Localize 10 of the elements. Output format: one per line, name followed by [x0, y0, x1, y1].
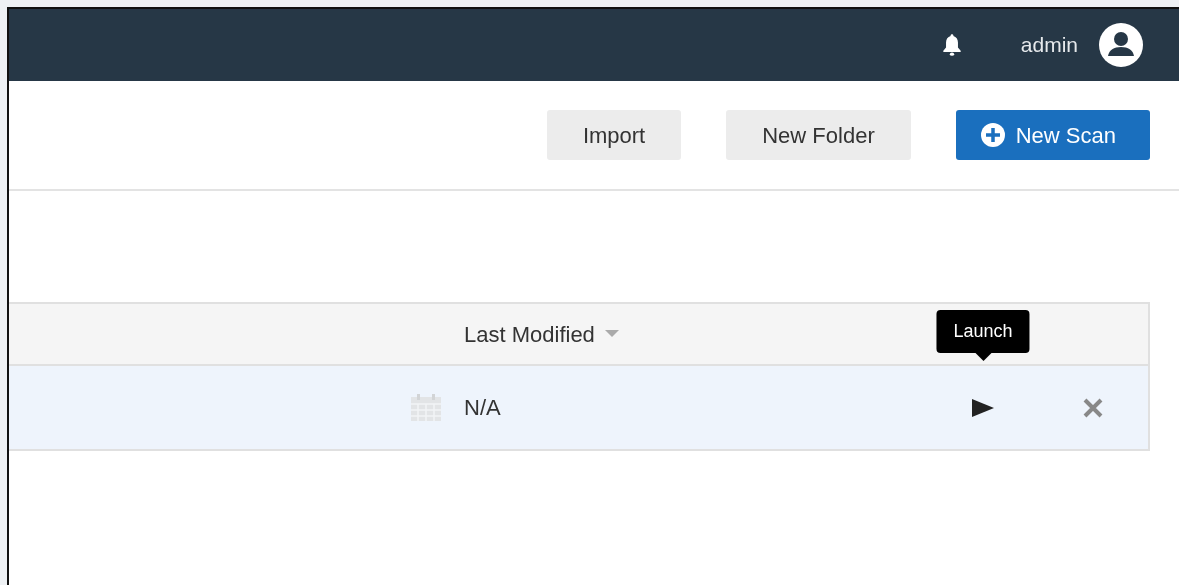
toolbar-button[interactable]: Import	[546, 110, 682, 160]
username[interactable]: admin	[1020, 29, 1078, 61]
new-scan-button[interactable]: New Scan	[955, 110, 1150, 160]
toolbar-button[interactable]: New Folder	[726, 110, 911, 160]
column-header[interactable]: Last Modified	[464, 317, 595, 351]
close-icon[interactable]	[1082, 396, 1104, 419]
play-icon[interactable]	[972, 398, 994, 417]
plus-circle-icon	[979, 122, 1006, 148]
table-row[interactable]: N/A	[9, 366, 1148, 449]
table-cell-text: N/A	[464, 394, 501, 422]
